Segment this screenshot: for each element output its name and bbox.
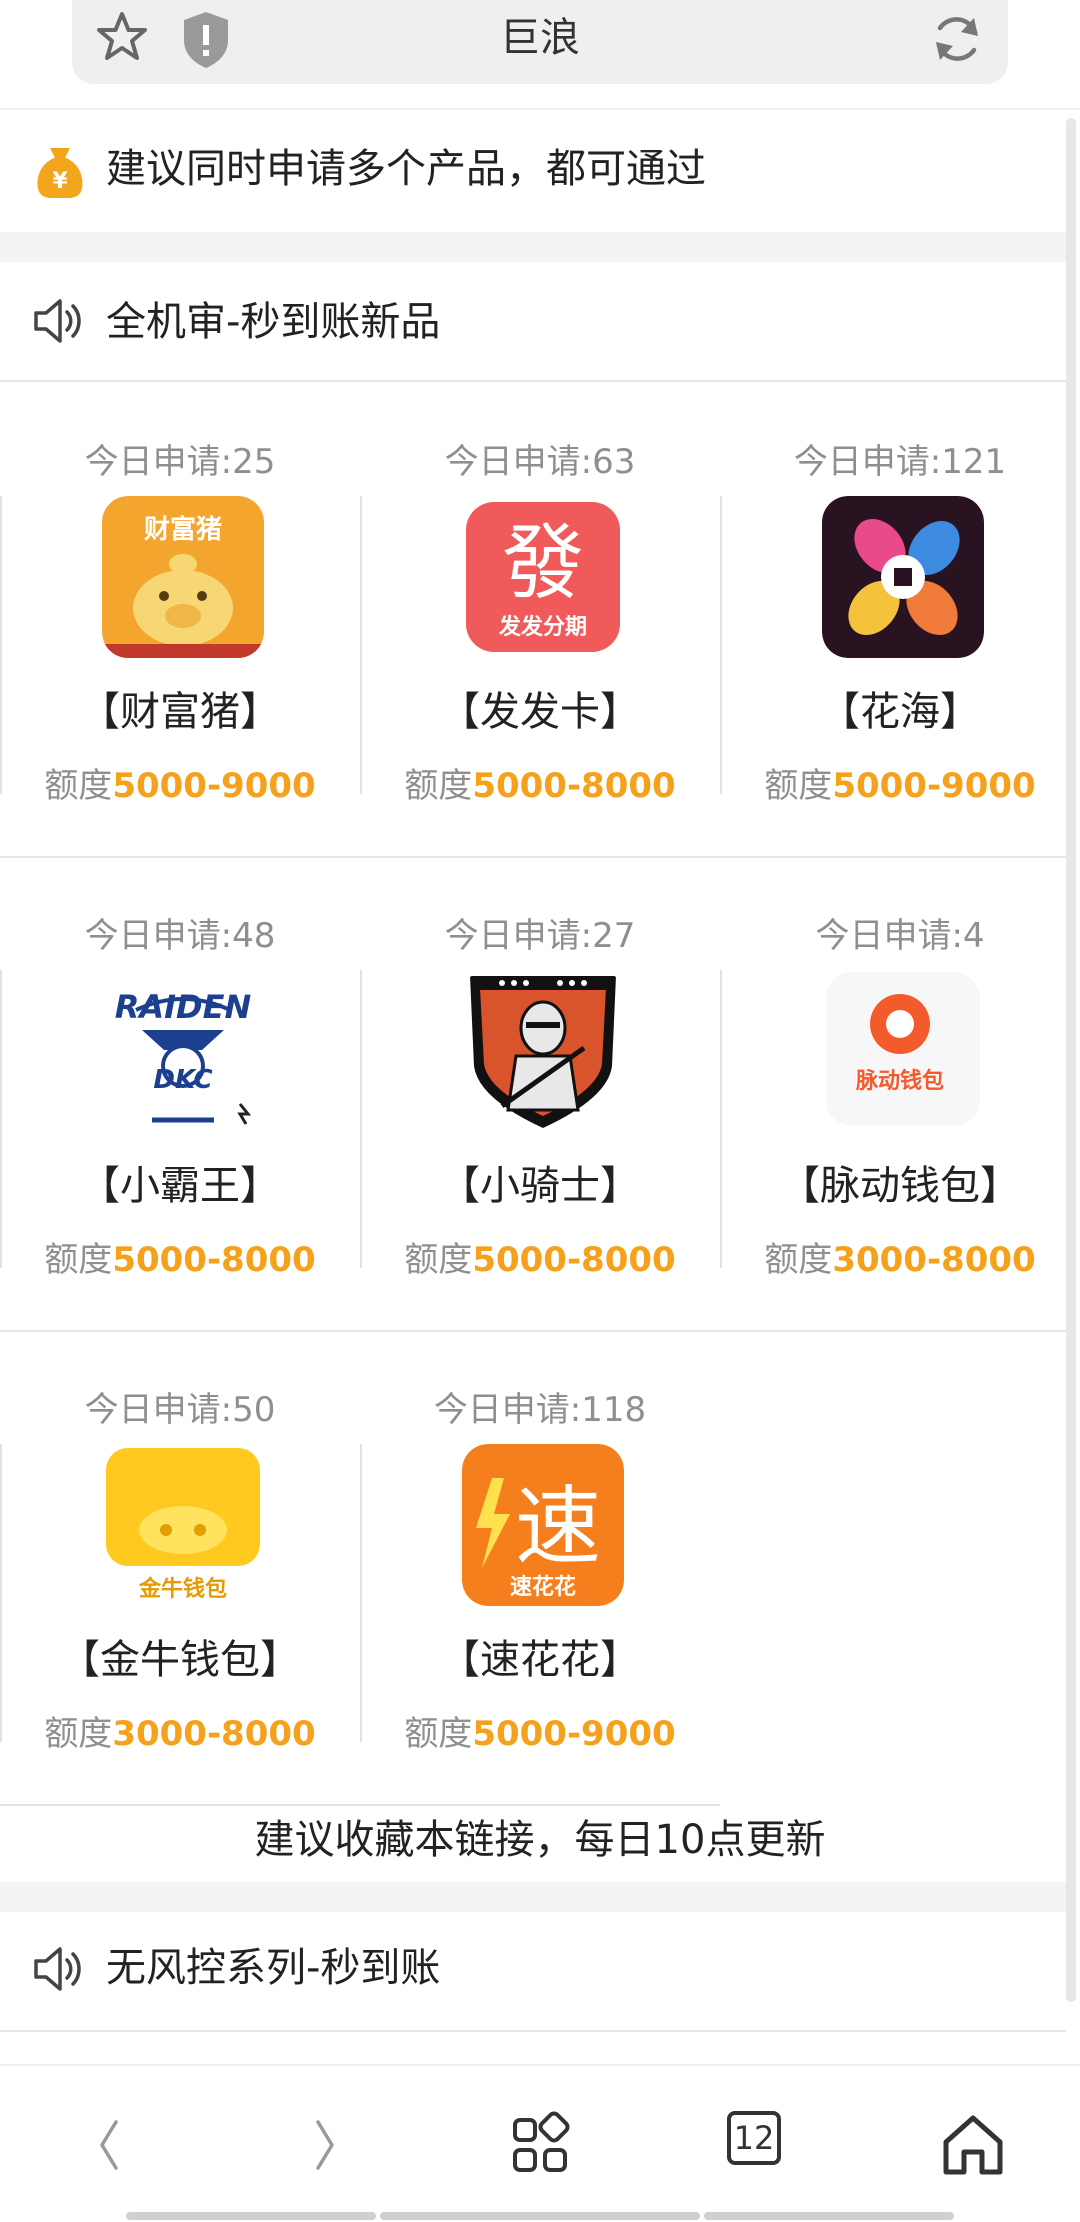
section-header-new: 全机审-秒到账新品 xyxy=(0,262,1066,382)
xiaoqishi-logo xyxy=(462,970,624,1132)
apply-count: 今日申请:27 xyxy=(444,916,636,956)
fafaka-logo: 發 发发分期 xyxy=(466,502,620,652)
speaker-icon xyxy=(34,299,81,343)
product-name: 【财富猪】 xyxy=(80,689,280,735)
suhuahua-logo-text: 速 xyxy=(515,1477,601,1577)
apply-count: 今日申请:118 xyxy=(433,1390,647,1430)
fafa-logo-subtext: 发发分期 xyxy=(498,614,587,640)
product-name: 【小骑士】 xyxy=(440,1163,640,1209)
product-card-xiaoqishi[interactable]: 今日申请:27 【小骑士】 额度5000-8000 xyxy=(360,858,720,1332)
xiaobawang-logo-text: RAIDEN xyxy=(115,988,252,1026)
product-card-jinniu[interactable]: 今日申请:50 金牛钱包 【金牛钱包】 额度3000-8000 xyxy=(0,1332,360,1806)
home-icon[interactable] xyxy=(938,2110,1008,2180)
back-arrow-icon[interactable] xyxy=(74,2110,144,2180)
product-name: 【发发卡】 xyxy=(440,689,640,735)
suhuahua-logo: 速 速花花 xyxy=(462,1444,624,1606)
product-card-fafaka[interactable]: 今日申请:63 發 发发分期 【发发卡】 额度5000-8000 xyxy=(360,384,720,858)
jinniu-logo: 金牛钱包 xyxy=(102,1444,264,1606)
product-name: 【花海】 xyxy=(820,689,980,735)
gesture-bar xyxy=(380,2212,700,2220)
product-card-suhuahua[interactable]: 今日申请:118 速 速花花 【速花花】 额度5000-9000 xyxy=(360,1332,720,1806)
credit-limit: 额度5000-9000 xyxy=(404,1714,676,1754)
credit-limit: 额度5000-9000 xyxy=(44,766,316,806)
security-shield-icon[interactable] xyxy=(180,10,232,70)
fafa-logo-text: 發 xyxy=(502,516,584,611)
product-name: 【速花花】 xyxy=(440,1637,640,1683)
section-gap xyxy=(0,1882,1066,1912)
section-title: 全机审-秒到账新品 xyxy=(106,299,441,345)
product-card-caifuzhu[interactable]: 今日申请:25 财富猪 【财富猪】 额度5000-9000 xyxy=(0,384,360,858)
bookmark-star-icon[interactable] xyxy=(94,10,150,66)
xiaobawang-logo: RAIDEN DKC xyxy=(102,970,264,1132)
product-card-maidong[interactable]: 今日申请:4 脉动钱包 【脉动钱包】 额度3000-8000 xyxy=(720,858,1080,1332)
product-name: 【脉动钱包】 xyxy=(780,1163,1020,1209)
product-row-2: 今日申请:48 RAIDEN DKC 【小霸王】 额度5000-8000 今日申… xyxy=(0,858,1066,1332)
update-tip: 建议收藏本链接，每日10点更新 xyxy=(254,1817,826,1863)
maidong-logo: 脉动钱包 xyxy=(826,972,980,1126)
maidong-logo-text: 脉动钱包 xyxy=(855,1068,944,1094)
credit-limit: 额度5000-8000 xyxy=(44,1240,316,1280)
divider xyxy=(0,1804,720,1806)
forward-arrow-icon[interactable] xyxy=(290,2110,360,2180)
page-title[interactable]: 巨浪 xyxy=(300,10,780,66)
credit-limit: 额度5000-8000 xyxy=(404,1240,676,1280)
caifuzhu-logo-text: 财富猪 xyxy=(144,514,222,545)
apply-count: 今日申请:50 xyxy=(84,1390,276,1430)
product-row-1: 今日申请:25 财富猪 【财富猪】 额度5000-9000 今日申请:63 發 … xyxy=(0,384,1066,858)
menu-grid-icon[interactable] xyxy=(505,2110,575,2180)
product-card-xiaobawang[interactable]: 今日申请:48 RAIDEN DKC 【小霸王】 额度5000-8000 xyxy=(0,858,360,1332)
section-gap xyxy=(0,232,1066,262)
gesture-bar xyxy=(704,2212,954,2220)
refresh-icon[interactable] xyxy=(928,10,986,68)
product-name: 【金牛钱包】 xyxy=(60,1637,300,1683)
product-name: 【小霸王】 xyxy=(80,1163,280,1209)
apply-count: 今日申请:25 xyxy=(84,442,276,482)
apply-count: 今日申请:48 xyxy=(84,916,276,956)
xiaobawang-logo-subtext: DKC xyxy=(153,1065,212,1095)
section-header-norisk[interactable]: 无风控系列-秒到账 xyxy=(0,1912,1066,2032)
notice-text: 建议同时申请多个产品，都可通过 xyxy=(106,146,706,192)
caifuzhu-logo: 财富猪 xyxy=(102,496,264,658)
apply-count: 今日申请:4 xyxy=(815,916,985,956)
huahai-logo xyxy=(822,496,984,658)
apply-count: 今日申请:63 xyxy=(444,442,636,482)
jinniu-logo-text: 金牛钱包 xyxy=(138,1576,227,1602)
credit-limit: 额度3000-8000 xyxy=(44,1714,316,1754)
tab-count: 12 xyxy=(733,2119,775,2157)
product-card-huahai[interactable]: 今日申请:121 【花海】 额度5000-9000 xyxy=(720,384,1080,858)
speaker-icon xyxy=(34,1947,81,1991)
credit-limit: 额度3000-8000 xyxy=(764,1240,1036,1280)
section-title: 无风控系列-秒到账 xyxy=(106,1945,441,1991)
svg-text:¥: ¥ xyxy=(52,169,68,194)
gesture-bar xyxy=(126,2212,376,2220)
money-bag-icon: ¥ xyxy=(37,148,83,198)
product-row-3: 今日申请:50 金牛钱包 【金牛钱包】 额度3000-8000 今日申请:118… xyxy=(0,1332,1066,1806)
credit-limit: 额度5000-8000 xyxy=(404,766,676,806)
credit-limit: 额度5000-9000 xyxy=(764,766,1036,806)
apply-count: 今日申请:121 xyxy=(793,442,1007,482)
tabs-button[interactable]: 12 xyxy=(726,2110,796,2180)
suhuahua-logo-subtext: 速花花 xyxy=(510,1574,576,1600)
browser-address-bar: 巨浪 xyxy=(0,0,1080,110)
